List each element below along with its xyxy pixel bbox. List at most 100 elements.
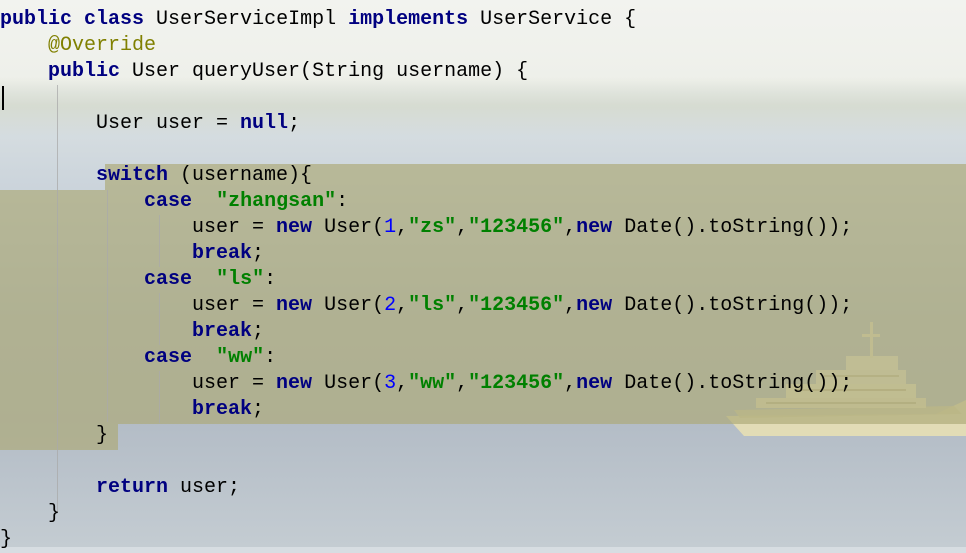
code-text: User( xyxy=(312,294,385,317)
code-text: , xyxy=(396,372,409,395)
code-keyword: public xyxy=(48,60,121,83)
code-line[interactable]: case "ww": xyxy=(0,345,852,371)
code-string: "ww" xyxy=(408,372,457,395)
code-keyword: break xyxy=(192,398,253,421)
code-text: user = xyxy=(0,372,277,395)
code-keyword: null xyxy=(240,112,289,135)
code-text: User user = xyxy=(0,112,241,135)
code-line[interactable]: case "zhangsan": xyxy=(0,189,852,215)
code-line[interactable]: return user; xyxy=(0,475,852,501)
code-line[interactable]: case "ls": xyxy=(0,267,852,293)
code-string: "ww" xyxy=(216,346,265,369)
code-string: "zhangsan" xyxy=(216,190,337,213)
code-keyword: case xyxy=(144,190,193,213)
code-keyword: new xyxy=(576,372,613,395)
code-line[interactable] xyxy=(0,449,852,475)
code-line[interactable]: break; xyxy=(0,319,852,345)
code-editor-text[interactable]: public class UserServiceImpl implements … xyxy=(0,7,852,553)
code-text: ; xyxy=(252,242,265,265)
code-text: : xyxy=(264,346,277,369)
code-text: } xyxy=(0,502,61,525)
code-text: , xyxy=(564,216,577,239)
code-text: } xyxy=(0,528,13,551)
code-text: user = xyxy=(0,216,277,239)
code-text: User( xyxy=(312,372,385,395)
code-text: (username){ xyxy=(168,164,313,187)
code-line[interactable]: user = new User(3,"ww","123456",new Date… xyxy=(0,371,852,397)
code-line[interactable]: switch (username){ xyxy=(0,163,852,189)
code-text: , xyxy=(564,372,577,395)
code-text: , xyxy=(396,216,409,239)
code-keyword: new xyxy=(276,294,313,317)
code-keyword: new xyxy=(276,372,313,395)
code-string: "123456" xyxy=(468,216,565,239)
code-string: "zs" xyxy=(408,216,457,239)
code-string: "123456" xyxy=(468,372,565,395)
code-line[interactable]: break; xyxy=(0,241,852,267)
code-text: UserService { xyxy=(468,8,637,31)
code-line[interactable] xyxy=(0,137,852,163)
code-keyword: case xyxy=(144,346,193,369)
code-string: "ls" xyxy=(216,268,265,291)
code-line[interactable]: } xyxy=(0,501,852,527)
code-line[interactable] xyxy=(0,85,852,111)
code-keyword: implements xyxy=(348,8,469,31)
code-line[interactable]: break; xyxy=(0,397,852,423)
code-string: "123456" xyxy=(468,294,565,317)
code-text: ; xyxy=(288,112,301,135)
code-number: 1 xyxy=(384,216,397,239)
code-line[interactable]: @Override xyxy=(0,33,852,59)
code-text: UserServiceImpl xyxy=(144,8,349,31)
code-keyword: break xyxy=(192,242,253,265)
code-text: User( xyxy=(312,216,385,239)
code-keyword: switch xyxy=(96,164,169,187)
code-text: , xyxy=(456,372,469,395)
code-text: user; xyxy=(168,476,241,499)
code-string: "ls" xyxy=(408,294,457,317)
code-text: user = xyxy=(0,294,277,317)
code-text: User queryUser(String username) { xyxy=(120,60,529,83)
code-line[interactable]: user = new User(1,"zs","123456",new Date… xyxy=(0,215,852,241)
code-text: Date().toString()); xyxy=(612,216,853,239)
code-text: ; xyxy=(252,320,265,343)
code-keyword: return xyxy=(96,476,169,499)
code-line[interactable]: public User queryUser(String username) { xyxy=(0,59,852,85)
code-text: , xyxy=(396,294,409,317)
code-keyword: new xyxy=(576,294,613,317)
code-line[interactable]: } xyxy=(0,527,852,553)
code-line[interactable]: User user = null; xyxy=(0,111,852,137)
code-text: ; xyxy=(252,398,265,421)
code-text: , xyxy=(456,294,469,317)
code-text: Date().toString()); xyxy=(612,294,853,317)
code-keyword: new xyxy=(576,216,613,239)
code-keyword: case xyxy=(144,268,193,291)
code-text: Date().toString()); xyxy=(612,372,853,395)
code-text: : xyxy=(336,190,349,213)
code-text: , xyxy=(456,216,469,239)
code-annotation: @Override xyxy=(48,34,157,57)
code-text: , xyxy=(564,294,577,317)
code-keyword: class xyxy=(84,8,145,31)
code-number: 2 xyxy=(384,294,397,317)
code-text: } xyxy=(0,424,109,447)
code-line[interactable]: user = new User(2,"ls","123456",new Date… xyxy=(0,293,852,319)
code-line[interactable]: } xyxy=(0,423,852,449)
code-text: : xyxy=(264,268,277,291)
text-cursor xyxy=(2,86,4,110)
code-line[interactable]: public class UserServiceImpl implements … xyxy=(0,7,852,33)
code-keyword: new xyxy=(276,216,313,239)
